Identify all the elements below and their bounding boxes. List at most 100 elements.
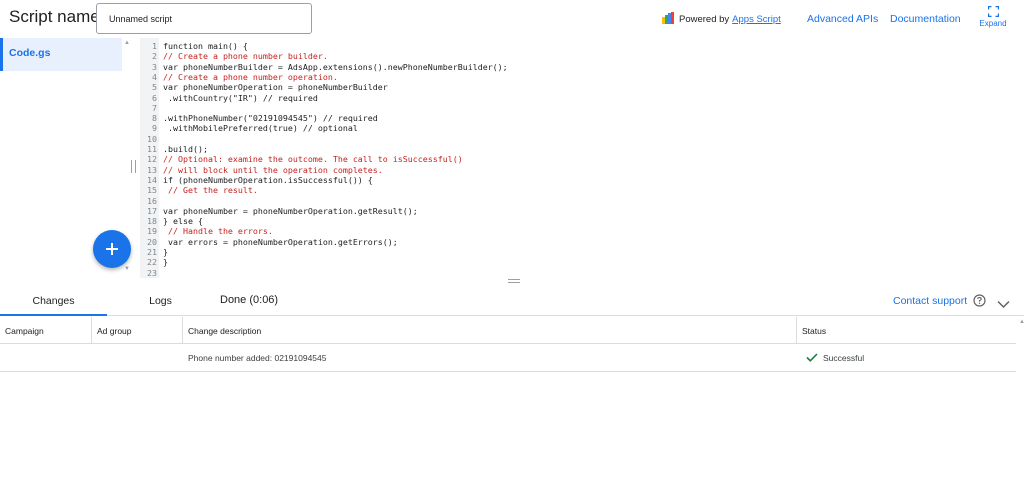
line-number: 15	[147, 185, 157, 196]
script-name-input[interactable]	[96, 3, 312, 34]
line-number: 14	[147, 174, 157, 185]
code-text: .withMobilePreferred(true) // optional	[163, 123, 358, 134]
code-line: 22}	[140, 257, 168, 267]
code-line: 9 .withMobilePreferred(true) // optional	[140, 123, 358, 133]
code-line: 18 } else {	[140, 216, 203, 226]
line-number: 7	[152, 102, 157, 113]
table-header: Campaign Ad group Change description Sta…	[0, 317, 1016, 344]
table-row: Phone number added: 02191094545 Successf…	[0, 344, 1016, 372]
powered-by: Powered by Apps Script	[662, 12, 781, 27]
tab-logs[interactable]: Logs	[107, 288, 214, 316]
line-number: 17	[147, 205, 157, 216]
code-text: var phoneNumberBuilder = AdsApp.extensio…	[163, 61, 508, 72]
code-text: var errors = phoneNumberOperation.getErr…	[163, 236, 398, 247]
code-text: // Create a phone number operation.	[163, 71, 338, 82]
line-number: 13	[147, 164, 157, 175]
code-text: .build();	[163, 144, 208, 154]
code-line: 3 var phoneNumberBuilder = AdsApp.extensi…	[140, 62, 508, 72]
code-line: 7	[140, 103, 163, 113]
line-number: 16	[147, 195, 157, 206]
script-name-label: Script name:	[9, 7, 105, 26]
code-line: 8 .withPhoneNumber("02191094545") // requ…	[140, 113, 378, 123]
code-text: // will block until the operation comple…	[163, 164, 383, 175]
contact-support-link[interactable]: Contact support	[893, 295, 967, 307]
tab-changes[interactable]: Changes	[0, 288, 107, 316]
expand-button[interactable]: Expand	[978, 6, 1008, 28]
code-line: 21}	[140, 247, 168, 257]
code-line: 23	[140, 268, 163, 278]
code-line: 14 if (phoneNumberOperation.isSuccessful(…	[140, 175, 373, 185]
code-text: // Handle the errors.	[163, 226, 273, 237]
file-panel-scroll-down[interactable]: ▼	[124, 266, 130, 272]
column-header-status[interactable]: Status	[797, 317, 1016, 344]
code-line: 10	[140, 134, 163, 144]
apps-script-link[interactable]: Apps Script	[732, 14, 781, 25]
line-number: 3	[152, 61, 157, 72]
help-icon[interactable]	[973, 294, 986, 312]
line-number: 20	[147, 236, 157, 247]
line-number: 4	[152, 71, 157, 82]
code-line: 11 .build();	[140, 144, 208, 154]
code-line: 16	[140, 196, 163, 206]
changes-table: Campaign Ad group Change description Sta…	[0, 317, 1016, 372]
code-line: 4 // Create a phone number operation.	[140, 72, 338, 82]
line-number: 11	[147, 144, 157, 154]
line-number: 19	[147, 226, 157, 237]
documentation-link[interactable]: Documentation	[890, 13, 961, 25]
code-text: // Optional: examine the outcome. The ca…	[163, 154, 463, 165]
cell-campaign	[0, 344, 92, 372]
column-header-ad-group[interactable]: Ad group	[92, 317, 183, 344]
line-number: 1	[152, 41, 157, 51]
code-line: 20 var errors = phoneNumberOperation.get…	[140, 237, 398, 247]
code-line: 6 .withCountry("IR") // required	[140, 93, 318, 103]
code-line: 17 var phoneNumber = phoneNumberOperation…	[140, 206, 418, 216]
code-editor[interactable]: 1 function main() { 2 // Create a phone num…	[140, 38, 1024, 278]
powered-by-text: Powered by	[679, 14, 730, 25]
status-text: Successful	[823, 353, 865, 363]
column-header-campaign[interactable]: Campaign	[0, 317, 92, 344]
line-number: 12	[147, 154, 157, 165]
code-text: }	[163, 247, 168, 257]
check-icon	[806, 353, 818, 364]
code-text: var phoneNumberOperation = phoneNumberBu…	[163, 82, 388, 93]
line-number: 18	[147, 216, 157, 227]
cell-status: Successful	[801, 344, 1016, 372]
code-text: // Create a phone number builder.	[163, 51, 328, 62]
chevron-down-icon[interactable]	[997, 296, 1010, 314]
add-file-button[interactable]	[93, 230, 131, 268]
code-text: var phoneNumber = phoneNumberOperation.g…	[163, 205, 418, 216]
line-number: 22	[147, 257, 157, 268]
add-icon	[106, 243, 118, 255]
line-number: 2	[152, 51, 157, 62]
advanced-apis-link[interactable]: Advanced APIs	[807, 13, 878, 25]
column-header-change-description[interactable]: Change description	[183, 317, 797, 344]
code-line: 1 function main() {	[140, 41, 248, 51]
code-text: } else {	[163, 216, 203, 227]
output-tabs: Changes Logs Done (0:06) Contact support	[0, 288, 1024, 316]
code-text: .withPhoneNumber("02191094545") // requi…	[163, 113, 378, 124]
code-text: .withCountry("IR") // required	[163, 92, 318, 103]
code-line: 5 var phoneNumberOperation = phoneNumberB…	[140, 82, 388, 92]
code-text: if (phoneNumberOperation.isSuccessful())…	[163, 174, 373, 185]
apps-script-logo-icon	[662, 12, 675, 27]
table-scroll-up[interactable]: ▲	[1019, 319, 1024, 325]
panel-resize-handle[interactable]	[131, 160, 136, 173]
editor-resize-handle[interactable]	[508, 279, 520, 283]
code-line: 15 // Get the result.	[140, 185, 258, 195]
code-text: }	[163, 257, 168, 268]
code-line: 2 // Create a phone number builder.	[140, 51, 328, 61]
file-panel-scroll-up[interactable]: ▲	[124, 40, 130, 46]
line-number: 6	[152, 92, 157, 103]
cell-change-description: Phone number added: 02191094545	[188, 353, 327, 363]
file-item-code-gs[interactable]: Code.gs	[0, 38, 122, 71]
line-number: 23	[147, 267, 157, 278]
line-number: 10	[147, 133, 157, 144]
code-line: 19 // Handle the errors.	[140, 226, 273, 236]
header: Script name: Powered by Apps Script Adva…	[0, 0, 1024, 38]
code-line: 12 // Optional: examine the outcome. The …	[140, 154, 463, 164]
cell-ad-group	[92, 344, 183, 372]
expand-icon	[987, 6, 999, 17]
code-text: function main() {	[163, 41, 248, 51]
line-number: 9	[152, 123, 157, 134]
code-line: 13 // will block until the operation comp…	[140, 165, 383, 175]
